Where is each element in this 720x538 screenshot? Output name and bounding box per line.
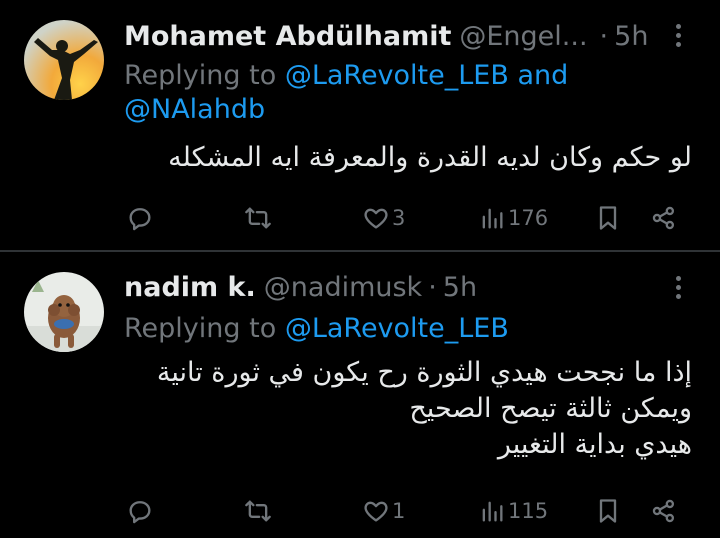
share-icon bbox=[652, 499, 675, 523]
retweet-icon bbox=[245, 207, 271, 229]
like-icon bbox=[364, 501, 388, 522]
timestamp[interactable]: 5h bbox=[443, 272, 477, 303]
bookmark-button[interactable] bbox=[594, 198, 622, 238]
views-count: 115 bbox=[508, 499, 549, 523]
like-button[interactable]: 1 bbox=[362, 491, 405, 531]
avatar-image bbox=[24, 272, 104, 352]
like-icon bbox=[364, 208, 388, 229]
share-icon bbox=[652, 206, 675, 230]
avatar[interactable] bbox=[24, 20, 104, 100]
share-button[interactable] bbox=[650, 198, 678, 238]
author-handle[interactable]: @nadimusk bbox=[264, 272, 422, 303]
more-icon[interactable] bbox=[676, 24, 682, 48]
reply-button[interactable] bbox=[126, 491, 156, 531]
reply-icon bbox=[129, 208, 151, 231]
views-count: 176 bbox=[508, 206, 549, 230]
tweet-text-line: لو حكم وكان لديه القدرة والمعرفة ايه الم… bbox=[168, 142, 692, 173]
tweet[interactable]: Mohamet Abdülhamit @Engel... · 5h Replyi… bbox=[0, 0, 720, 250]
separator-dot: · bbox=[428, 271, 437, 303]
more-icon[interactable] bbox=[676, 276, 682, 300]
reply-icon bbox=[129, 501, 151, 524]
retweet-icon bbox=[245, 500, 271, 522]
action-bar: 1 115 bbox=[124, 491, 684, 531]
avatar[interactable] bbox=[24, 272, 104, 352]
separator-dot: · bbox=[599, 20, 609, 52]
timestamp[interactable]: 5h bbox=[614, 21, 648, 52]
share-button[interactable] bbox=[650, 491, 678, 531]
author-name[interactable]: Mohamet Abdülhamit bbox=[124, 21, 451, 52]
mention-link[interactable]: @NAlahdb bbox=[124, 94, 265, 125]
tweet-text: لو حكم وكان لديه القدرة والمعرفة ايه الم… bbox=[168, 140, 692, 176]
author-handle[interactable]: @Engel... bbox=[459, 21, 587, 52]
views-icon bbox=[482, 501, 503, 522]
like-button[interactable]: 3 bbox=[362, 198, 405, 238]
mention-joiner[interactable]: and bbox=[509, 60, 568, 91]
bookmark-button[interactable] bbox=[594, 491, 622, 531]
bookmark-icon bbox=[599, 499, 617, 523]
avatar-image bbox=[24, 20, 104, 100]
bookmark-icon bbox=[599, 206, 617, 230]
views-button[interactable]: 115 bbox=[478, 491, 548, 531]
retweet-button[interactable] bbox=[244, 198, 274, 238]
mention-link[interactable]: @LaRevolte_LEB bbox=[285, 60, 509, 91]
views-button[interactable]: 176 bbox=[478, 198, 548, 238]
like-count: 1 bbox=[392, 499, 406, 523]
author-name[interactable]: nadim k. bbox=[124, 272, 256, 303]
action-bar: 3 176 bbox=[124, 198, 684, 238]
reply-button[interactable] bbox=[126, 198, 156, 238]
replying-prefix: Replying to bbox=[124, 60, 285, 91]
views-icon bbox=[482, 208, 503, 229]
replying-to: Replying to @LaRevolte_LEB and @NAlahdb bbox=[124, 59, 594, 127]
like-count: 3 bbox=[392, 206, 406, 230]
retweet-button[interactable] bbox=[244, 491, 274, 531]
